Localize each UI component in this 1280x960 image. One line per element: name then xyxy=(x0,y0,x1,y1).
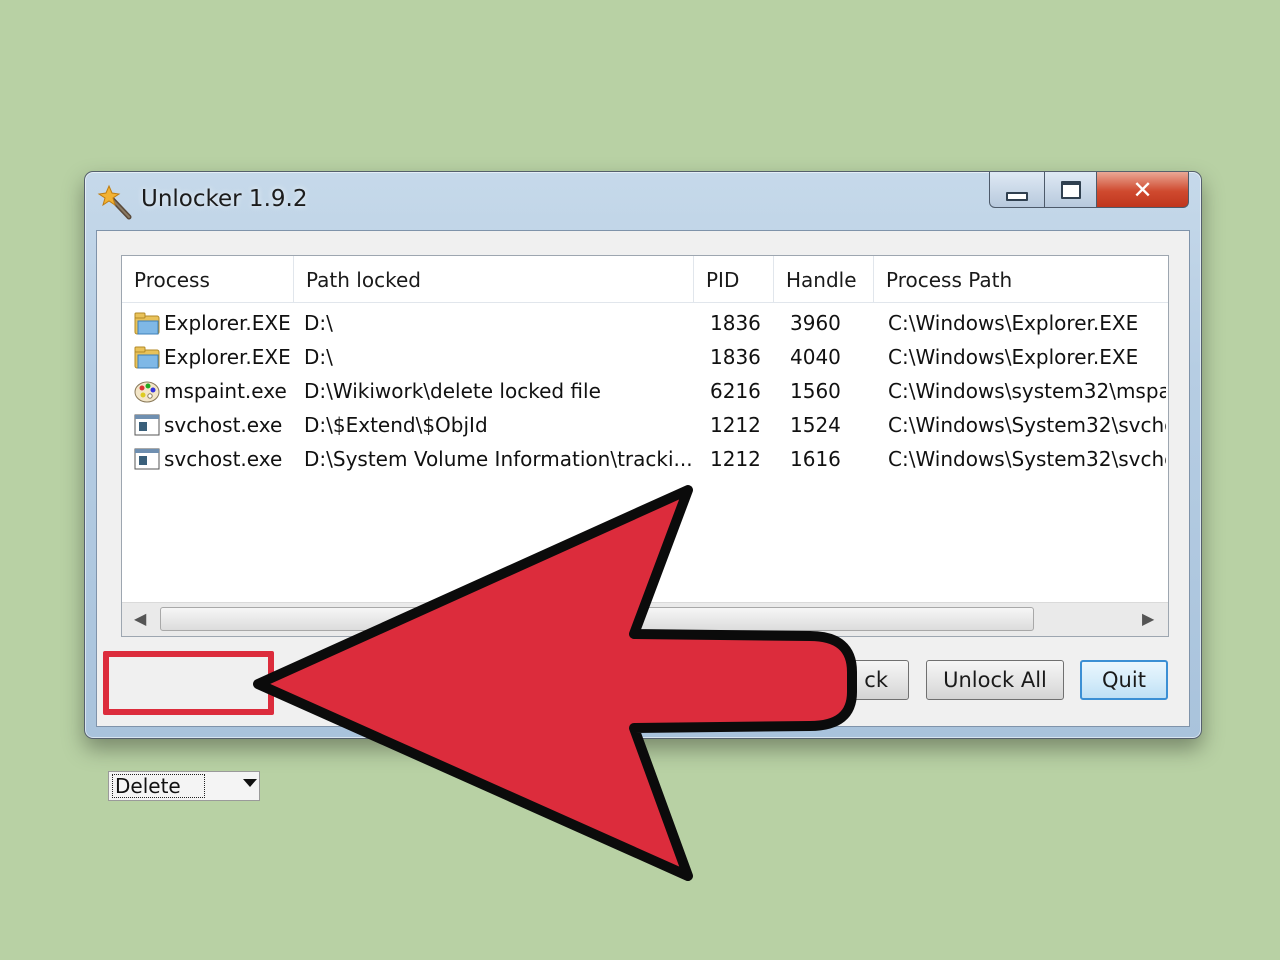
column-header-process-path[interactable]: Process Path xyxy=(874,256,1168,302)
paint-palette-icon xyxy=(134,381,160,403)
unlock-button-label: ck xyxy=(864,668,888,692)
app-window-icon xyxy=(134,414,160,436)
chevron-down-icon[interactable] xyxy=(243,779,257,787)
close-button[interactable]: ✕ xyxy=(1097,172,1189,208)
close-icon: ✕ xyxy=(1132,175,1153,204)
row-path-locked: D:\ xyxy=(304,311,333,335)
row-handle: 1524 xyxy=(790,413,841,437)
quit-button-label: Quit xyxy=(1102,668,1146,692)
column-header-pid[interactable]: PID xyxy=(694,256,774,302)
minimize-icon xyxy=(1006,192,1028,201)
list-header: Process Path locked PID Handle Process P… xyxy=(122,256,1168,303)
row-path-locked: D:\ xyxy=(304,345,333,369)
row-path-locked: D:\System Volume Information\tracki... xyxy=(304,447,693,471)
row-handle: 1616 xyxy=(790,447,841,471)
column-header-handle[interactable]: Handle xyxy=(774,256,874,302)
row-process: mspaint.exe xyxy=(164,379,287,403)
window-title: Unlocker 1.9.2 xyxy=(141,186,308,212)
maximize-button[interactable] xyxy=(1045,172,1097,208)
action-select-value: Delete xyxy=(112,774,205,798)
row-pid: 1212 xyxy=(710,413,761,437)
caption-buttons: ✕ xyxy=(989,172,1189,212)
table-row[interactable]: Explorer.EXE D:\ 1836 3960 C:\Windows\Ex… xyxy=(122,306,1168,340)
maximize-icon xyxy=(1060,180,1081,199)
scrollbar-thumb[interactable] xyxy=(160,607,1034,631)
folder-icon xyxy=(134,346,160,369)
row-handle: 3960 xyxy=(790,311,841,335)
folder-icon xyxy=(134,312,160,335)
column-header-process[interactable]: Process xyxy=(122,256,294,302)
row-process-path: C:\Windows\System32\svchc xyxy=(888,447,1166,471)
row-pid: 1212 xyxy=(710,447,761,471)
action-select[interactable]: Delete xyxy=(108,771,260,801)
row-pid: 1836 xyxy=(710,345,761,369)
row-process: svchost.exe xyxy=(164,447,283,471)
row-process-path: C:\Windows\system32\mspai xyxy=(888,379,1166,403)
scroll-right-icon[interactable]: ▶ xyxy=(1142,609,1154,628)
row-process: svchost.exe xyxy=(164,413,283,437)
unlock-all-button-label: Unlock All xyxy=(943,668,1047,692)
minimize-button[interactable] xyxy=(989,172,1045,208)
unlock-all-button[interactable]: Unlock All xyxy=(926,660,1064,700)
row-path-locked: D:\$Extend\$ObjId xyxy=(304,413,488,437)
app-window-icon xyxy=(134,448,160,470)
locking-handles-list[interactable]: Process Path locked PID Handle Process P… xyxy=(121,255,1169,637)
unlock-button[interactable]: ck xyxy=(805,660,909,700)
row-process: Explorer.EXE xyxy=(164,311,291,335)
table-row[interactable]: svchost.exe D:\System Volume Information… xyxy=(122,442,1168,476)
highlight-box xyxy=(103,651,274,715)
magic-wand-icon xyxy=(97,184,132,220)
row-process-path: C:\Windows\Explorer.EXE xyxy=(888,311,1139,335)
table-row[interactable]: svchost.exe D:\$Extend\$ObjId 1212 1524 … xyxy=(122,408,1168,442)
scroll-left-icon[interactable]: ◀ xyxy=(134,609,146,628)
row-process-path: C:\Windows\Explorer.EXE xyxy=(888,345,1139,369)
table-row[interactable]: Explorer.EXE D:\ 1836 4040 C:\Windows\Ex… xyxy=(122,340,1168,374)
row-pid: 6216 xyxy=(710,379,761,403)
row-pid: 1836 xyxy=(710,311,761,335)
horizontal-scrollbar[interactable]: ◀ ▶ xyxy=(122,602,1168,636)
row-handle: 1560 xyxy=(790,379,841,403)
row-process-path: C:\Windows\System32\svchc xyxy=(888,413,1166,437)
column-header-path-locked[interactable]: Path locked xyxy=(294,256,694,302)
row-process: Explorer.EXE xyxy=(164,345,291,369)
table-row[interactable]: mspaint.exe D:\Wikiwork\delete locked fi… xyxy=(122,374,1168,408)
row-handle: 4040 xyxy=(790,345,841,369)
row-path-locked: D:\Wikiwork\delete locked file xyxy=(304,379,601,403)
quit-button[interactable]: Quit xyxy=(1080,660,1168,700)
